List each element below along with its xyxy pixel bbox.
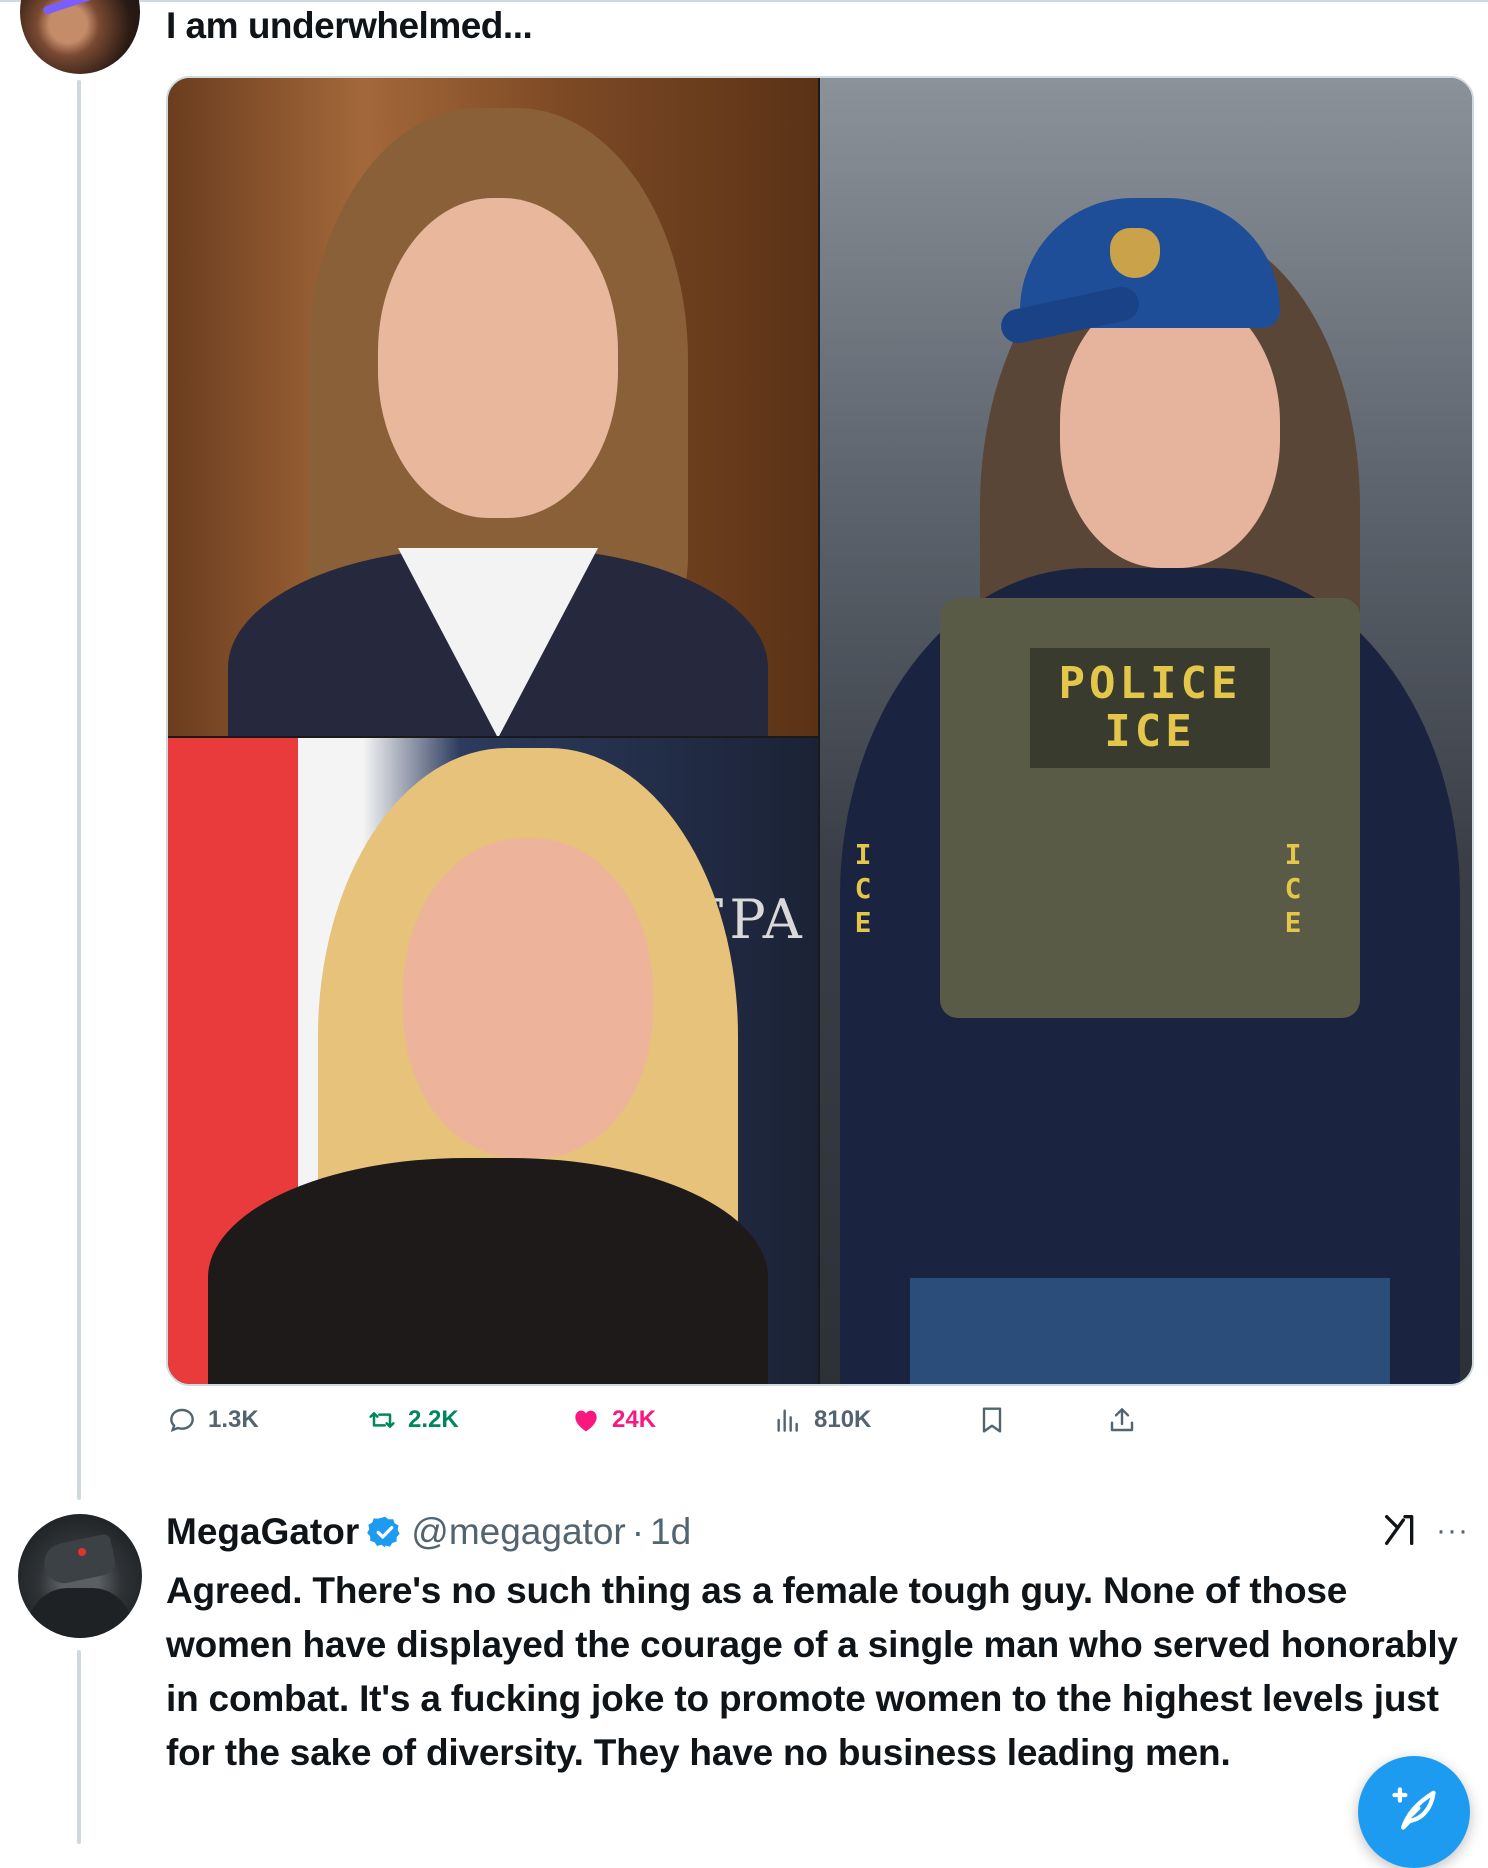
reply-separator: ·: [631, 1511, 645, 1552]
reply-text: Agreed. There's no such thing as a femal…: [166, 1570, 1458, 1773]
views-icon: [777, 1409, 798, 1432]
views-button[interactable]: 810K: [772, 1404, 871, 1436]
share-icon: [1110, 1408, 1134, 1432]
retweet-button[interactable]: 2.2K: [366, 1404, 459, 1436]
compose-icon: [1392, 1787, 1436, 1830]
photo-face: [378, 198, 618, 518]
thread-line-reply: [77, 1650, 81, 1844]
bookmark-button[interactable]: [976, 1404, 1008, 1436]
avatar-red-eye: [78, 1548, 86, 1556]
views-count: 810K: [814, 1406, 872, 1433]
reply-header: MegaGator @megagator · 1d: [166, 1508, 691, 1556]
verified-badge-icon: [367, 1516, 400, 1548]
share-button[interactable]: [1106, 1404, 1138, 1436]
retweet-icon: [369, 1412, 395, 1428]
photo-vest-side-label-left: I C E: [854, 838, 872, 939]
reply-author-avatar[interactable]: [18, 1514, 142, 1638]
photo-woman-ice-vest[interactable]: POLICE ICE I C E I C E: [820, 78, 1472, 1384]
author-avatar[interactable]: [20, 0, 140, 74]
compose-post-button[interactable]: [1358, 1756, 1470, 1868]
reply-count: 1.3K: [208, 1406, 259, 1433]
post-text: I am underwhelmed...: [166, 5, 533, 46]
like-button[interactable]: 24K: [570, 1404, 656, 1436]
more-icon[interactable]: ···: [1436, 1514, 1469, 1548]
avatar-coat: [28, 1588, 132, 1638]
reply-button[interactable]: 1.3K: [166, 1404, 259, 1436]
post-media-grid[interactable]: EPA POLICE ICE I C E I C E: [166, 76, 1474, 1386]
reply-timestamp[interactable]: 1d: [650, 1511, 691, 1553]
thread-line: [77, 80, 81, 1500]
like-count: 24K: [612, 1406, 657, 1433]
photo-vest-text: POLICE ICE: [1058, 658, 1242, 757]
photo-woman-judicial-robe[interactable]: [168, 78, 818, 736]
photo-woman-podium[interactable]: EPA: [168, 738, 818, 1384]
photo-face: [403, 838, 653, 1158]
like-icon: [575, 1410, 597, 1432]
grok-icon[interactable]: [1380, 1510, 1420, 1550]
photo-face: [1060, 288, 1280, 568]
avatar-gator-head: [40, 1533, 118, 1587]
reply-display-name[interactable]: MegaGator: [166, 1511, 359, 1553]
post-action-bar: 1.3K 2.2K 24K 810K: [166, 1404, 1134, 1448]
photo-cap-badge: [1110, 228, 1160, 278]
photo-jacket: [208, 1158, 768, 1384]
photo-jeans: [910, 1278, 1390, 1384]
avatar-visor: [42, 0, 102, 16]
bookmark-icon: [982, 1407, 1002, 1433]
photo-vest-side-label-right: I C E: [1284, 838, 1302, 939]
reply-handle[interactable]: @megagator: [411, 1511, 625, 1553]
reply-icon: [170, 1408, 194, 1433]
retweet-count: 2.2K: [408, 1406, 459, 1433]
